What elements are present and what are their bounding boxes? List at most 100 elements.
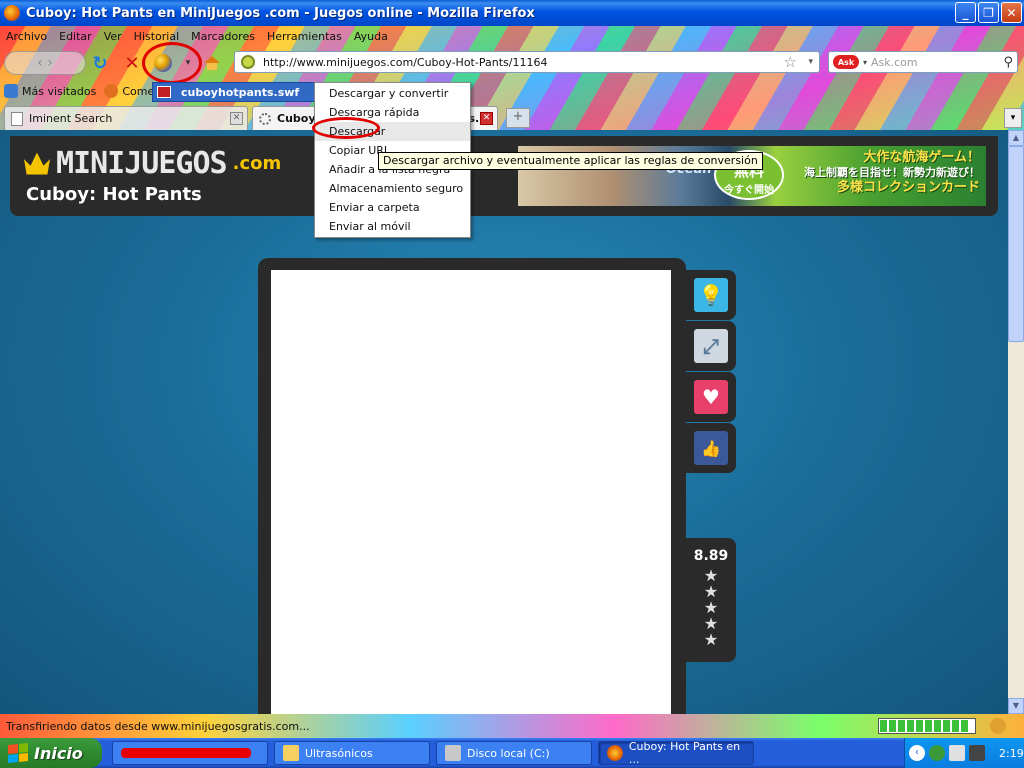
- progress-fill: [880, 720, 968, 732]
- star-icon[interactable]: ★: [704, 632, 718, 648]
- site-logo[interactable]: MINIJUEGOS .com: [24, 146, 281, 181]
- home-button[interactable]: [202, 51, 222, 75]
- address-bar[interactable]: http://www.minijuegos.com/Cuboy-Hot-Pant…: [234, 51, 820, 73]
- task-label: Disco local (C:): [467, 746, 550, 760]
- site-favicon-icon: [241, 55, 255, 69]
- menu-herramientas[interactable]: Herramientas: [261, 30, 348, 43]
- clock[interactable]: 2:19: [999, 747, 1024, 760]
- swf-file-label: cuboyhotpants.swf: [181, 85, 300, 99]
- new-tab-button[interactable]: +: [506, 108, 530, 128]
- lightbulb-icon: 💡: [694, 278, 728, 312]
- scroll-down-icon[interactable]: ▼: [1008, 698, 1024, 714]
- thumbs-up-icon: 👍: [694, 431, 728, 465]
- taskbar: Inicio Ultrasónicos Disco local (C:) Cub…: [0, 738, 1024, 768]
- folder-icon: [283, 745, 299, 761]
- tab-iminent-search[interactable]: Iminent Search ✕: [4, 106, 248, 130]
- home-icon: [204, 56, 220, 70]
- scroll-up-icon[interactable]: ▲: [1008, 130, 1024, 146]
- site-header: MINIJUEGOS .com Cuboy: Hot Pants Ocean 無…: [10, 136, 998, 216]
- search-icon[interactable]: ⚲: [1003, 55, 1013, 70]
- taskbar-item-redacted[interactable]: [112, 741, 268, 765]
- taskbar-item-disco-local[interactable]: Disco local (C:): [436, 741, 592, 765]
- game-frame: [258, 258, 686, 714]
- menu-ver[interactable]: Ver: [98, 30, 128, 43]
- title-bar[interactable]: Cuboy: Hot Pants en MiniJuegos .com - Ju…: [0, 0, 1024, 26]
- web-page-content: MINIJUEGOS .com Cuboy: Hot Pants Ocean 無…: [0, 130, 1008, 714]
- bookmark-mas-visitados[interactable]: Más visitados: [0, 84, 100, 98]
- stop-icon[interactable]: ✕: [122, 51, 142, 75]
- bookmark-label: Más visitados: [22, 84, 97, 98]
- menu-ayuda[interactable]: Ayuda: [348, 30, 394, 43]
- maximize-button[interactable]: ❐: [978, 2, 999, 23]
- tab-label: Iminent Search: [29, 112, 113, 125]
- bookmark-star-icon[interactable]: ☆: [784, 53, 797, 71]
- menu-item-almacenamiento-seguro[interactable]: Almacenamiento seguro: [315, 179, 470, 198]
- fullscreen-button[interactable]: ⤢: [686, 321, 736, 371]
- tray-app-icon[interactable]: [949, 745, 965, 761]
- search-engine-dropdown-icon[interactable]: ▾: [863, 58, 867, 67]
- progress-bar: [878, 718, 976, 734]
- annotation-circle-extension: [142, 42, 202, 84]
- close-button[interactable]: ✕: [1001, 2, 1022, 23]
- task-label: Ultrasónicos: [305, 746, 373, 760]
- system-tray: ‹ 2:19: [904, 738, 1024, 768]
- window-controls: _ ❐ ✕: [955, 2, 1022, 23]
- swf-file-item[interactable]: cuboyhotpants.swf: [152, 82, 316, 102]
- menu-item-enviar-movil[interactable]: Enviar al móvil: [315, 217, 470, 236]
- tab-bar: Iminent Search ✕ Cuboy: Hot Pants en Min…: [0, 104, 1024, 130]
- url-history-dropdown-icon[interactable]: ▾: [808, 57, 813, 67]
- menu-marcadores[interactable]: Marcadores: [185, 30, 261, 43]
- taskbar-item-firefox[interactable]: Cuboy: Hot Pants en ...: [598, 740, 754, 766]
- menu-archivo[interactable]: Archivo: [0, 30, 53, 43]
- rating-stars[interactable]: ★ ★ ★ ★ ★: [686, 568, 736, 648]
- menu-item-enviar-carpeta[interactable]: Enviar a carpeta: [315, 198, 470, 217]
- game-canvas[interactable]: [271, 270, 671, 714]
- tab-close-icon[interactable]: ✕: [480, 112, 493, 125]
- firefox-icon: [607, 745, 623, 761]
- annotation-circle-descargar: [312, 117, 380, 139]
- browser-chrome: Archivo Editar Ver Historial Marcadores …: [0, 26, 1024, 130]
- menu-historial[interactable]: Historial: [128, 30, 185, 43]
- drive-icon: [445, 745, 461, 761]
- taskbar-item-ultrasonicos[interactable]: Ultrasónicos: [274, 741, 430, 765]
- scrollbar-thumb[interactable]: [1008, 146, 1024, 342]
- url-text[interactable]: http://www.minijuegos.com/Cuboy-Hot-Pant…: [263, 56, 547, 69]
- lightbulb-button[interactable]: 💡: [686, 270, 736, 320]
- tray-network-icon[interactable]: [929, 745, 945, 761]
- task-label: Cuboy: Hot Pants en ...: [628, 740, 741, 766]
- status-addon-icon[interactable]: [990, 718, 1006, 734]
- search-input[interactable]: Ask.com: [871, 56, 918, 69]
- reload-icon[interactable]: ↻: [90, 51, 110, 75]
- menu-item-descargar-convertir[interactable]: Descargar y convertir: [315, 84, 470, 103]
- bookmark-icon: [4, 84, 18, 98]
- tray-xfire-icon[interactable]: [969, 745, 985, 761]
- favorite-button[interactable]: ♥: [686, 372, 736, 422]
- logo-suffix: .com: [232, 153, 282, 174]
- status-bar: Transfiriendo datos desde www.minijuegos…: [0, 714, 1024, 738]
- like-button[interactable]: 👍: [686, 423, 736, 473]
- loading-icon: [259, 112, 271, 125]
- banner-line-2: 海上制覇を目指せ！新勢力新遊び！: [804, 166, 980, 179]
- heart-icon: ♥: [694, 380, 728, 414]
- banner-line-3: 多様コレクションカード: [836, 180, 980, 195]
- menu-editar[interactable]: Editar: [53, 30, 98, 43]
- window-title: Cuboy: Hot Pants en MiniJuegos .com - Ju…: [26, 5, 535, 21]
- search-bar[interactable]: Ask ▾ Ask.com ⚲: [828, 51, 1018, 73]
- logo-text: MINIJUEGOS: [56, 146, 228, 181]
- minimize-button[interactable]: _: [955, 2, 976, 23]
- rating-panel: 8.89 ★ ★ ★ ★ ★: [686, 538, 736, 662]
- tab-close-icon[interactable]: ✕: [230, 112, 243, 125]
- tray-expand-icon[interactable]: ‹: [909, 745, 925, 761]
- back-forward-buttons[interactable]: ‹ ›: [4, 51, 86, 75]
- firefox-icon: [4, 5, 20, 21]
- redaction-mark: [121, 748, 251, 758]
- banner-copy: 大作な航海ゲーム！ 海上制覇を目指せ！新勢力新遊び！ 多様コレクションカード: [804, 150, 980, 195]
- tab-list-dropdown-icon[interactable]: ▾: [1004, 108, 1022, 128]
- start-button[interactable]: Inicio: [0, 738, 102, 768]
- page-icon: [11, 111, 23, 126]
- ask-engine-icon[interactable]: Ask: [833, 55, 859, 69]
- fullscreen-icon: ⤢: [694, 329, 728, 363]
- vertical-scrollbar[interactable]: ▲ ▼: [1008, 130, 1024, 714]
- navigation-toolbar: ‹ › ↻ ✕ ▾ http://www.minijuegos.com/Cubo…: [0, 42, 1024, 84]
- crown-icon: [24, 153, 50, 175]
